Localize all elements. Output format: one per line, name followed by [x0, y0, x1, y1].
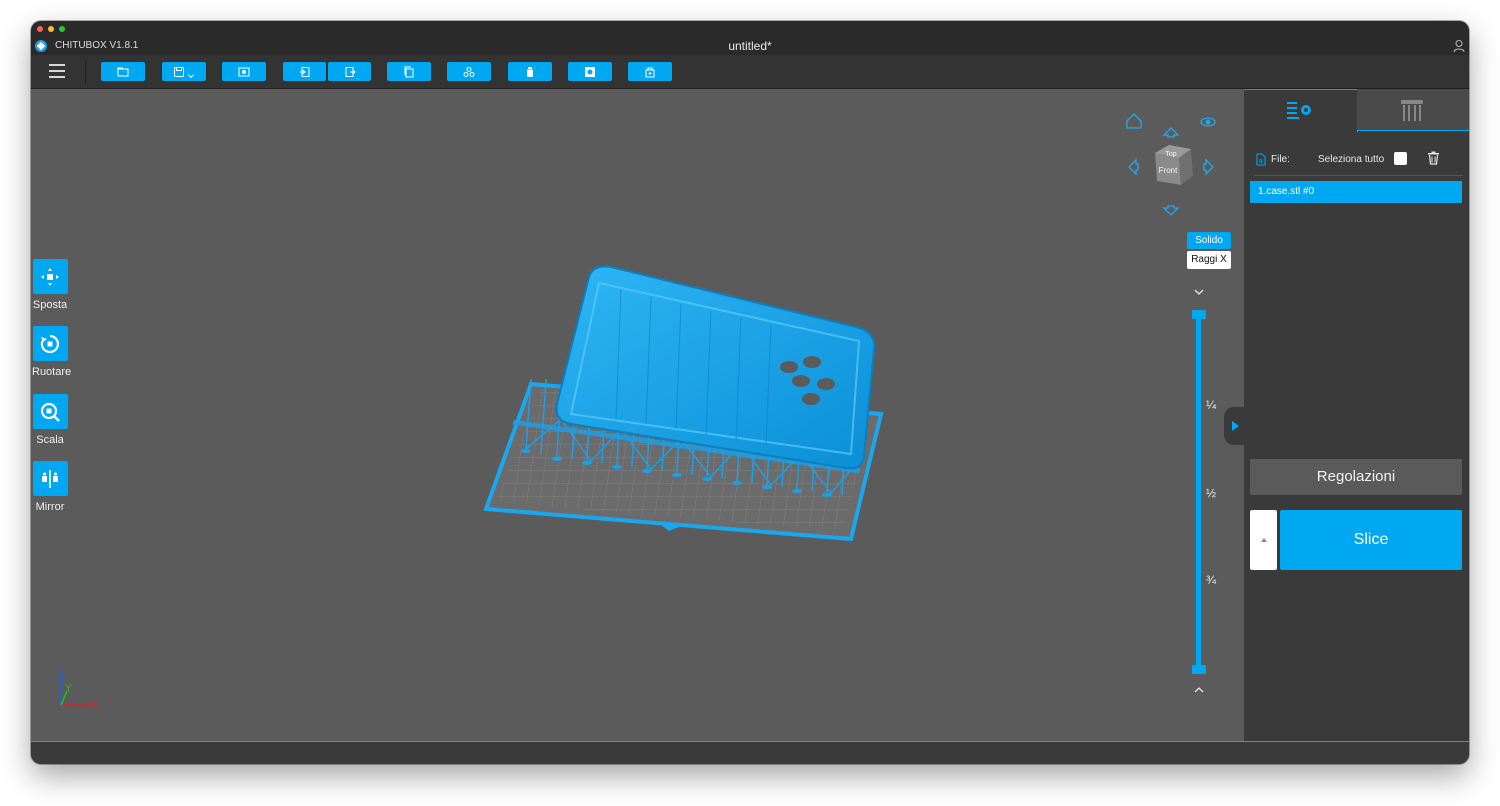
support-structure-icon — [1401, 100, 1423, 121]
export-icon — [345, 66, 356, 77]
arrange-button[interactable] — [447, 62, 491, 81]
move-tool-button[interactable] — [32, 259, 68, 294]
rotate-tool-button[interactable] — [32, 326, 68, 361]
navigation-cube[interactable]: Top Front — [1121, 109, 1221, 219]
mirror-tool[interactable]: Mirror — [32, 461, 68, 513]
title-bar: CHITUBOX V1.8.1 untitled* — [31, 37, 1469, 55]
slice-button[interactable]: Slice — [1280, 510, 1462, 570]
axis-y-label: Y — [65, 683, 72, 694]
file-label: File: — [1271, 154, 1290, 165]
import-button[interactable] — [283, 62, 326, 81]
caret-up-icon — [1260, 538, 1267, 542]
layer-slider-quarter-marker: ¼ — [1206, 398, 1217, 412]
move-tool[interactable]: Sposta — [32, 259, 68, 311]
layer-slider-up-chevron-icon[interactable] — [1194, 686, 1204, 694]
scale-tool-label: Scala — [36, 434, 64, 446]
rotate-right-icon[interactable] — [1203, 158, 1214, 176]
open-file-button[interactable] — [101, 62, 145, 81]
mirror-tool-button[interactable] — [32, 461, 68, 496]
layer-slider-track[interactable] — [1196, 315, 1201, 670]
file-icon — [1256, 153, 1266, 166]
select-all-label: Seleziona tutto — [1318, 154, 1385, 165]
scale-tool-button[interactable] — [32, 394, 68, 429]
export-button[interactable] — [328, 62, 371, 81]
arrange-icon — [463, 66, 475, 77]
toolbar-divider — [85, 59, 86, 84]
rotate-down-icon[interactable] — [1162, 205, 1180, 216]
import-icon — [299, 66, 309, 77]
move-tool-label: Sposta — [32, 299, 68, 311]
build-plate-scene[interactable] — [471, 249, 891, 549]
app-window: CHITUBOX V1.8.1 untitled* Sposta Ruotare… — [31, 21, 1469, 764]
hole-icon — [585, 66, 595, 77]
scale-tool[interactable]: Scala — [32, 394, 68, 446]
home-view-icon[interactable] — [1126, 113, 1142, 129]
axis-x-label: X — [90, 698, 98, 712]
bottle-icon — [527, 66, 533, 77]
screenshot-button[interactable] — [222, 62, 266, 81]
layer-slider-top-handle[interactable] — [1192, 310, 1206, 319]
support-button[interactable] — [628, 62, 672, 81]
cube-front-label: Front — [1159, 166, 1178, 175]
scale-magnifier-icon — [40, 402, 60, 422]
screenshot-icon — [238, 67, 250, 76]
window-traffic-bar — [31, 21, 1469, 37]
layer-slider-down-chevron-icon[interactable] — [1194, 288, 1204, 296]
copy-button[interactable] — [387, 62, 431, 81]
solid-view-toggle[interactable]: Solido — [1187, 232, 1231, 249]
minimize-window-button[interactable] — [48, 26, 54, 32]
save-button[interactable] — [162, 62, 206, 81]
chevron-down-icon — [188, 73, 194, 78]
layer-slider-half-marker: ½ — [1206, 486, 1217, 500]
rotate-tool[interactable]: Ruotare — [32, 326, 72, 378]
save-icon — [174, 66, 184, 77]
axis-z-label: Z — [58, 668, 65, 680]
slice-options-button[interactable] — [1250, 510, 1277, 570]
3d-viewport[interactable]: Sposta Ruotare Scala Mirror Top Front So… — [31, 89, 1244, 742]
eye-icon[interactable] — [1200, 117, 1216, 127]
copy-icon — [404, 66, 414, 77]
mirror-tool-label: Mirror — [35, 501, 65, 513]
layer-slider-bottom-handle[interactable] — [1192, 665, 1206, 674]
status-bar — [31, 741, 1469, 764]
file-header: File: Seleziona tutto — [1254, 151, 1463, 176]
lock-icon — [645, 67, 655, 77]
axis-gizmo: X Y Z — [58, 668, 98, 712]
mirror-icon — [42, 469, 58, 488]
main-toolbar — [31, 55, 1469, 89]
tab-supports[interactable] — [1357, 89, 1469, 131]
rotate-left-icon[interactable] — [1128, 158, 1139, 176]
select-all-checkbox[interactable] — [1394, 152, 1407, 165]
right-panel: File: Seleziona tutto 1.case.stl #0 Rego… — [1244, 89, 1469, 742]
layer-slider-three-quarter-marker: ¾ — [1206, 573, 1217, 587]
hamburger-menu-icon[interactable] — [49, 64, 65, 78]
zoom-window-button[interactable] — [59, 26, 65, 32]
move-arrows-icon — [41, 267, 59, 286]
expand-right-icon — [1232, 421, 1239, 431]
rotate-up-icon[interactable] — [1162, 127, 1180, 138]
drill-button[interactable] — [568, 62, 612, 81]
user-icon[interactable] — [1453, 39, 1465, 53]
document-title: untitled* — [728, 39, 772, 53]
rotate-tool-label: Ruotare — [32, 366, 72, 378]
tab-models[interactable] — [1244, 89, 1358, 132]
list-settings-icon — [1287, 102, 1311, 119]
trash-icon[interactable] — [1427, 151, 1440, 165]
panel-collapse-handle[interactable] — [1224, 407, 1244, 445]
folder-icon — [117, 67, 129, 76]
close-window-button[interactable] — [37, 26, 43, 32]
hollow-button[interactable] — [508, 62, 552, 81]
cube-top-label: Top — [1165, 151, 1176, 158]
adjustments-button[interactable]: Regolazioni — [1250, 459, 1462, 495]
file-list-item[interactable]: 1.case.stl #0 — [1250, 181, 1462, 203]
rotate-icon — [40, 334, 59, 353]
xray-view-toggle[interactable]: Raggi X — [1187, 251, 1231, 269]
